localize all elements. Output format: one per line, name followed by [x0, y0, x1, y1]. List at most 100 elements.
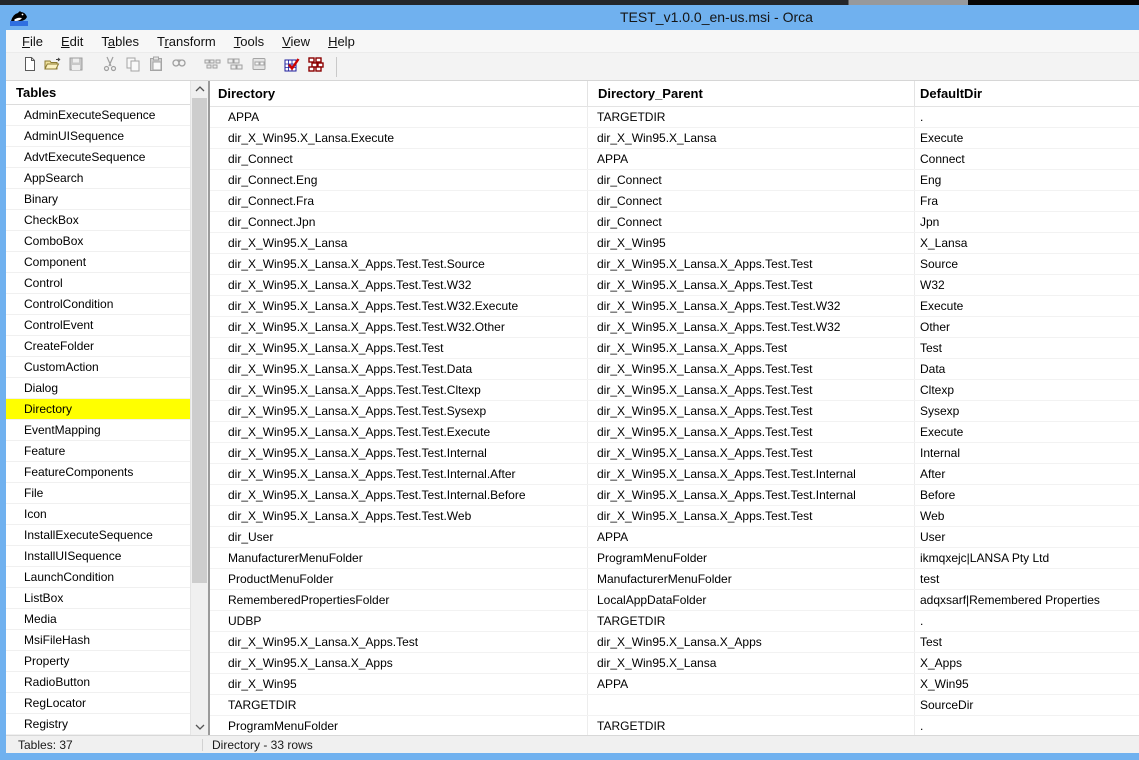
sidebar-scrollbar[interactable] [190, 81, 208, 735]
sidebar-item-registry[interactable]: Registry [6, 714, 190, 735]
sidebar-item-feature[interactable]: Feature [6, 441, 190, 462]
sidebar-item-launchcondition[interactable]: LaunchCondition [6, 567, 190, 588]
table-row[interactable]: dir_X_Win95.X_Lansadir_X_Win95X_Lansa [210, 233, 1139, 254]
menu-help[interactable]: Help [319, 34, 364, 49]
menu-tables[interactable]: Tables [92, 34, 148, 49]
menu-file[interactable]: File [13, 34, 52, 49]
cell-directory-parent: dir_X_Win95.X_Lansa.X_Apps.Test.Test [588, 443, 915, 463]
table-row[interactable]: dir_X_Win95.X_Lansa.X_Appsdir_X_Win95.X_… [210, 653, 1139, 674]
table-row[interactable]: dir_X_Win95APPAX_Win95 [210, 674, 1139, 695]
table-row[interactable]: dir_X_Win95.X_Lansa.X_Apps.Test.Test.Web… [210, 506, 1139, 527]
sidebar-item-binary[interactable]: Binary [6, 189, 190, 210]
sidebar-item-controlcondition[interactable]: ControlCondition [6, 294, 190, 315]
table-row[interactable]: APPATARGETDIR. [210, 107, 1139, 128]
cell-directory: ProgramMenuFolder [210, 716, 588, 735]
column-header-directory-parent[interactable]: Directory_Parent [588, 81, 915, 106]
table-row[interactable]: dir_Connect.Fradir_ConnectFra [210, 191, 1139, 212]
scroll-up-icon[interactable] [191, 81, 208, 97]
table-row[interactable]: dir_X_Win95.X_Lansa.X_Apps.Test.Test.Sou… [210, 254, 1139, 275]
table-row[interactable]: ManufacturerMenuFolderProgramMenuFolderi… [210, 548, 1139, 569]
menu-view[interactable]: View [273, 34, 319, 49]
sidebar-item-control[interactable]: Control [6, 273, 190, 294]
sidebar-item-media[interactable]: Media [6, 609, 190, 630]
sidebar-item-combobox[interactable]: ComboBox [6, 231, 190, 252]
table-row[interactable]: ProductMenuFolderManufacturerMenuFoldert… [210, 569, 1139, 590]
sidebar-item-installexecutesequence[interactable]: InstallExecuteSequence [6, 525, 190, 546]
cell-directory: dir_Connect.Eng [210, 170, 588, 190]
cell-directory: dir_X_Win95.X_Lansa.X_Apps.Test.Test.Clt… [210, 380, 588, 400]
validate-button[interactable] [281, 56, 304, 78]
cell-defaultdir: Before [915, 485, 1139, 505]
sidebar-item-radiobutton[interactable]: RadioButton [6, 672, 190, 693]
sidebar-item-adminexecutesequence[interactable]: AdminExecuteSequence [6, 105, 190, 126]
sidebar-item-directory[interactable]: Directory [6, 399, 190, 420]
cell-directory: dir_X_Win95.X_Lansa.X_Apps.Test.Test.W32… [210, 296, 588, 316]
table-row[interactable]: dir_X_Win95.X_Lansa.X_Apps.Test.Test.W32… [210, 275, 1139, 296]
cell-defaultdir: User [915, 527, 1139, 547]
cell-defaultdir: X_Apps [915, 653, 1139, 673]
title-bar[interactable]: TEST_v1.0.0_en-us.msi - Orca [0, 5, 1139, 30]
sidebar-item-customaction[interactable]: CustomAction [6, 357, 190, 378]
table-row[interactable]: dir_ConnectAPPAConnect [210, 149, 1139, 170]
scroll-down-icon[interactable] [191, 719, 208, 735]
split-cells-button[interactable] [201, 56, 224, 78]
table-row[interactable]: dir_Connect.Engdir_ConnectEng [210, 170, 1139, 191]
sidebar-item-adminuisequence[interactable]: AdminUISequence [6, 126, 190, 147]
column-header-directory[interactable]: Directory [210, 81, 588, 106]
menu-edit[interactable]: Edit [52, 34, 92, 49]
sidebar-item-installuisequence[interactable]: InstallUISequence [6, 546, 190, 567]
sidebar-item-msifilehash[interactable]: MsiFileHash [6, 630, 190, 651]
table-row[interactable]: dir_UserAPPAUser [210, 527, 1139, 548]
table-row[interactable]: dir_X_Win95.X_Lansa.X_Apps.Test.Test.W32… [210, 296, 1139, 317]
menu-transform[interactable]: Transform [148, 34, 225, 49]
copy-button[interactable] [121, 56, 144, 78]
sidebar-item-featurecomponents[interactable]: FeatureComponents [6, 462, 190, 483]
cut-button[interactable] [98, 56, 121, 78]
sidebar-item-eventmapping[interactable]: EventMapping [6, 420, 190, 441]
sidebar-item-createfolder[interactable]: CreateFolder [6, 336, 190, 357]
sidebar-item-component[interactable]: Component [6, 252, 190, 273]
sidebar-item-appsearch[interactable]: AppSearch [6, 168, 190, 189]
sidebar-item-file[interactable]: File [6, 483, 190, 504]
table-row[interactable]: dir_X_Win95.X_Lansa.X_Apps.Test.Test.Dat… [210, 359, 1139, 380]
cell-directory-parent: dir_X_Win95.X_Lansa.X_Apps.Test [588, 338, 915, 358]
sidebar-item-reglocator[interactable]: RegLocator [6, 693, 190, 714]
table-row[interactable]: dir_X_Win95.X_Lansa.X_Apps.Test.Test.Int… [210, 485, 1139, 506]
table-row[interactable]: ProgramMenuFolderTARGETDIR. [210, 716, 1139, 735]
cell-directory-parent: dir_X_Win95.X_Lansa.X_Apps.Test.Test [588, 401, 915, 421]
table-row[interactable]: dir_X_Win95.X_Lansa.X_Apps.Test.Testdir_… [210, 338, 1139, 359]
tables-list-header[interactable]: Tables [6, 81, 190, 105]
sidebar-item-advtexecutesequence[interactable]: AdvtExecuteSequence [6, 147, 190, 168]
save-button[interactable] [64, 56, 87, 78]
find-button[interactable] [167, 56, 190, 78]
table-row[interactable]: dir_X_Win95.X_Lansa.X_Apps.Test.Test.W32… [210, 317, 1139, 338]
table-row[interactable]: dir_X_Win95.X_Lansa.X_Apps.Test.Test.Exe… [210, 422, 1139, 443]
table-row[interactable]: RememberedPropertiesFolderLocalAppDataFo… [210, 590, 1139, 611]
cell-directory-parent: ProgramMenuFolder [588, 548, 915, 568]
open-file-button[interactable] [41, 56, 64, 78]
sidebar-item-listbox[interactable]: ListBox [6, 588, 190, 609]
table-row[interactable]: dir_X_Win95.X_Lansa.X_Apps.Test.Test.Int… [210, 443, 1139, 464]
table-row[interactable]: dir_X_Win95.X_Lansa.X_Apps.Test.Test.Sys… [210, 401, 1139, 422]
table-row[interactable]: dir_X_Win95.X_Lansa.X_Apps.Test.Test.Clt… [210, 380, 1139, 401]
table-row[interactable]: dir_Connect.Jpndir_ConnectJpn [210, 212, 1139, 233]
table-row[interactable]: dir_X_Win95.X_Lansa.X_Apps.Test.Test.Int… [210, 464, 1139, 485]
scrollbar-thumb[interactable] [192, 98, 207, 583]
column-header-defaultdir[interactable]: DefaultDir [915, 81, 1139, 106]
table-row[interactable]: dir_X_Win95.X_Lansa.Executedir_X_Win95.X… [210, 128, 1139, 149]
sidebar-item-controlevent[interactable]: ControlEvent [6, 315, 190, 336]
sidebar-item-dialog[interactable]: Dialog [6, 378, 190, 399]
table-row[interactable]: dir_X_Win95.X_Lansa.X_Apps.Testdir_X_Win… [210, 632, 1139, 653]
paste-rows-button[interactable] [247, 56, 270, 78]
sidebar-item-checkbox[interactable]: CheckBox [6, 210, 190, 231]
table-row[interactable]: UDBPTARGETDIR. [210, 611, 1139, 632]
menu-tools[interactable]: Tools [225, 34, 273, 49]
sidebar-item-icon[interactable]: Icon [6, 504, 190, 525]
add-row-button[interactable] [224, 56, 247, 78]
merge-tables-button[interactable] [304, 56, 327, 78]
new-file-button[interactable] [18, 56, 41, 78]
sidebar-item-property[interactable]: Property [6, 651, 190, 672]
cell-defaultdir: Fra [915, 191, 1139, 211]
table-row[interactable]: TARGETDIRSourceDir [210, 695, 1139, 716]
paste-button[interactable] [144, 56, 167, 78]
